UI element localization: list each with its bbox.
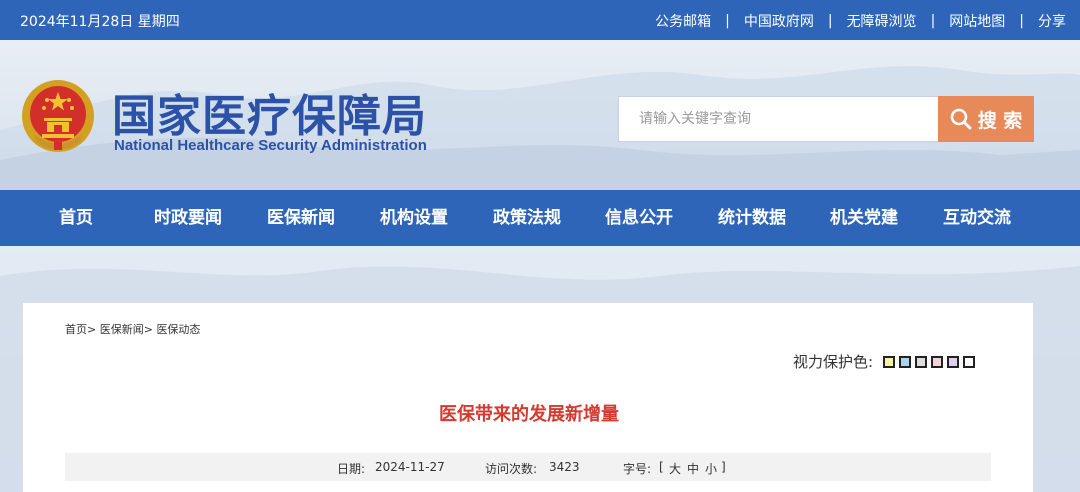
swatch-yellow[interactable] [883, 355, 896, 368]
site-title: 国家医疗保障局 [112, 91, 427, 142]
swatch-pink[interactable] [931, 355, 944, 368]
separator: | [827, 13, 833, 29]
search-button-label: 搜 索 [977, 109, 1023, 132]
nav-item-home[interactable]: 首页 [20, 190, 132, 246]
swatch-purple[interactable] [947, 355, 960, 368]
breadcrumb-separator: > [143, 323, 153, 336]
font-bracket-close: ] [721, 460, 726, 474]
font-size-label: 字号: [623, 462, 652, 476]
font-medium-button[interactable]: 中 [687, 460, 699, 477]
content-panel: 首页> 医保新闻> 医保动态 视力保护色: 医保带来的发展新增量 日期: 202… [22, 302, 1034, 492]
current-date: 2024年11月28日 星期四 [20, 14, 180, 30]
date-value: 2024-11-27 [375, 460, 445, 474]
separator: | [725, 13, 730, 29]
main-nav: 首页 时政要闻 医保新闻 机构设置 政策法规 信息公开 统计数据 机关党建 互动… [0, 190, 1080, 246]
article-title: 医保带来的发展新增量 [439, 404, 619, 425]
nav-item-disclosure[interactable]: 信息公开 [583, 190, 695, 246]
nav-item-party[interactable]: 机关党建 [808, 190, 920, 246]
swatch-gray[interactable] [915, 355, 928, 368]
nav-item-politics[interactable]: 时政要闻 [132, 190, 244, 246]
link-share[interactable]: 分享 [1038, 11, 1066, 31]
search-button[interactable]: 搜 索 [938, 96, 1034, 142]
breadcrumb-dynamics[interactable]: 医保动态 [156, 323, 200, 336]
breadcrumb-news[interactable]: 医保新闻 [100, 323, 144, 336]
article-meta: 日期: 2024-11-27 访问次数: 3423 字号: [ 大 中 小 ] [65, 453, 991, 481]
vision-protection: 视力保护色: [793, 351, 976, 372]
top-bar: 2024年11月28日 星期四 公务邮箱 | 中国政府网 | 无障碍浏览 | 网… [0, 0, 1080, 40]
link-email[interactable]: 公务邮箱 [655, 11, 711, 31]
breadcrumb-separator: > [87, 323, 97, 336]
separator: | [930, 13, 936, 29]
search-box [618, 96, 940, 142]
nav-item-organization[interactable]: 机构设置 [358, 190, 470, 246]
visits-value: 3423 [549, 460, 580, 474]
swatch-blue[interactable] [899, 355, 912, 368]
nav-item-interaction[interactable]: 互动交流 [921, 190, 1033, 246]
nav-item-statistics[interactable]: 统计数据 [696, 190, 808, 246]
link-sitemap[interactable]: 网站地图 [949, 11, 1005, 31]
font-large-button[interactable]: 大 [669, 460, 681, 477]
nav-item-news[interactable]: 医保新闻 [245, 190, 357, 246]
breadcrumb: 首页> 医保新闻> 医保动态 [65, 321, 200, 337]
top-links: 公务邮箱 | 中国政府网 | 无障碍浏览 | 网站地图 | 分享 [655, 11, 1066, 31]
search-input[interactable] [619, 97, 939, 141]
swatch-white[interactable] [963, 355, 976, 368]
font-bracket-open: [ [659, 460, 664, 474]
national-emblem-icon [22, 80, 94, 152]
font-small-button[interactable]: 小 [705, 460, 717, 477]
search-icon [950, 108, 972, 130]
site-subtitle: National Healthcare Security Administrat… [114, 137, 427, 154]
link-gov[interactable]: 中国政府网 [744, 11, 814, 31]
separator: | [1019, 13, 1024, 29]
nav-item-policy[interactable]: 政策法规 [471, 190, 583, 246]
link-accessibility[interactable]: 无障碍浏览 [847, 11, 917, 31]
date-label: 日期: [337, 462, 366, 476]
header-banner: 国家医疗保障局 National Healthcare Security Adm… [0, 40, 1080, 190]
visits-label: 访问次数: [485, 462, 538, 476]
breadcrumb-home[interactable]: 首页 [65, 323, 87, 336]
vision-label: 视力保护色: [793, 353, 874, 371]
